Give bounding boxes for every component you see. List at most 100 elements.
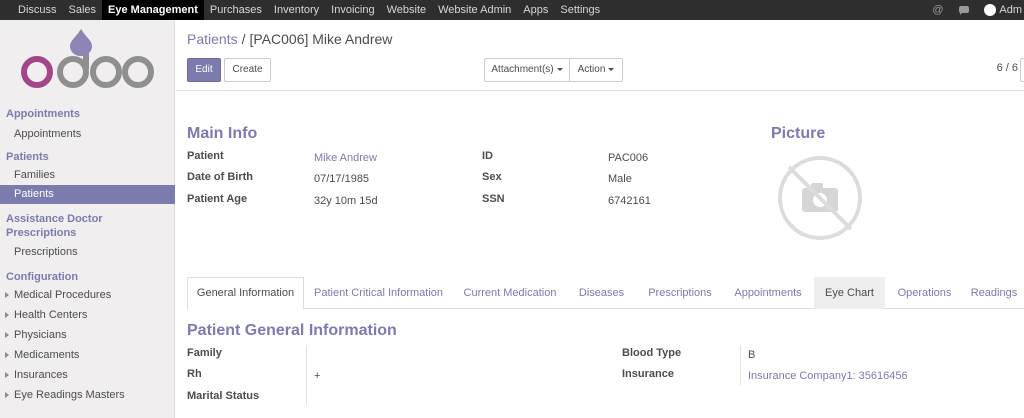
- odoo-logo[interactable]: [20, 25, 155, 105]
- sidebar-item-patients[interactable]: Patients: [0, 185, 175, 204]
- caret-right-icon: [5, 392, 9, 398]
- breadcrumb-current: [PAC006] Mike Andrew: [249, 31, 393, 47]
- sidebar-item-eye-readings-masters[interactable]: Eye Readings Masters: [0, 385, 175, 405]
- sidebar-item-medical-procedures[interactable]: Medical Procedures: [0, 285, 175, 305]
- section-patients: Patients Families Patients: [0, 150, 175, 204]
- patient-label: Patient: [187, 150, 224, 162]
- menu-inventory[interactable]: Inventory: [268, 0, 325, 20]
- sidebar-item-label: Insurances: [14, 369, 68, 381]
- user-avatar[interactable]: [984, 4, 997, 16]
- create-button[interactable]: Create: [224, 58, 271, 82]
- age-value: 32y 10m 15d: [314, 195, 378, 207]
- breadcrumb: Patients / [PAC006] Mike Andrew: [187, 31, 392, 47]
- section-appointments: Appointments Appointments: [0, 107, 175, 144]
- tab-readings[interactable]: Readings: [964, 277, 1024, 309]
- menu-website-admin[interactable]: Website Admin: [432, 0, 517, 20]
- pager-value[interactable]: 6 / 6: [997, 62, 1018, 74]
- sidebar-item-physicians[interactable]: Physicians: [0, 325, 175, 345]
- sidebar: Appointments Appointments Patients Famil…: [0, 20, 175, 418]
- slash-icon: [787, 165, 853, 231]
- breadcrumb-separator: /: [241, 31, 246, 47]
- caret-down-icon: [556, 67, 563, 71]
- menu-purchases[interactable]: Purchases: [204, 0, 268, 20]
- field-separator: [306, 345, 307, 405]
- systray: @ Adm: [932, 0, 1024, 20]
- no-photo-icon[interactable]: [778, 156, 862, 240]
- section-configuration: Configuration Medical Procedures Health …: [0, 270, 175, 405]
- sidebar-item-appointments[interactable]: Appointments: [0, 124, 175, 144]
- menu-sales[interactable]: Sales: [63, 0, 103, 20]
- caret-down-icon: [608, 67, 615, 71]
- sidebar-item-label: Medical Procedures: [14, 289, 112, 301]
- top-navbar: Discuss Sales Eye Management Purchases I…: [0, 0, 1024, 20]
- sex-value: Male: [608, 173, 632, 185]
- menu-discuss[interactable]: Discuss: [12, 0, 63, 20]
- attachments-dropdown[interactable]: Attachment(s): [484, 58, 570, 82]
- picture-title: Picture: [771, 125, 826, 142]
- tab-diseases[interactable]: Diseases: [570, 277, 633, 309]
- attachments-label: Attachment(s): [491, 64, 554, 75]
- tab-patient-critical-information[interactable]: Patient Critical Information: [307, 277, 450, 309]
- control-panel: Patients / [PAC006] Mike Andrew Edit Creat…: [176, 20, 1024, 91]
- tab-prescriptions[interactable]: Prescriptions: [639, 277, 721, 309]
- sidebar-heading-patients[interactable]: Patients: [0, 150, 175, 164]
- notebook-tabs: General Information Patient Critical Inf…: [187, 277, 1024, 310]
- chat-icon[interactable]: [958, 4, 970, 16]
- sidebar-heading-assistance-2[interactable]: Prescriptions: [0, 226, 175, 240]
- sidebar-item-medicaments[interactable]: Medicaments: [0, 345, 175, 365]
- breadcrumb-patients-link[interactable]: Patients: [187, 31, 238, 47]
- tab-general-information[interactable]: General Information: [187, 277, 304, 310]
- sidebar-item-label: Medicaments: [14, 349, 80, 361]
- patient-value[interactable]: Mike Andrew: [314, 152, 377, 164]
- sidebar-heading-assistance-1[interactable]: Assistance Doctor: [0, 212, 175, 226]
- sidebar-item-families[interactable]: Families: [0, 165, 175, 185]
- menu-apps[interactable]: Apps: [517, 0, 554, 20]
- blood-type-label: Blood Type: [622, 347, 682, 359]
- edit-button[interactable]: Edit: [187, 58, 221, 82]
- sex-label: Sex: [482, 171, 502, 183]
- user-menu[interactable]: Adm: [999, 4, 1022, 16]
- insurance-value[interactable]: Insurance Company1: 35616456: [748, 370, 908, 382]
- tab-eye-chart[interactable]: Eye Chart: [814, 277, 885, 309]
- ssn-label: SSN: [482, 193, 505, 205]
- blood-type-value: B: [748, 349, 756, 361]
- sidebar-item-label: Physicians: [14, 329, 67, 341]
- rh-value: +: [314, 370, 321, 382]
- tab-appointments[interactable]: Appointments: [727, 277, 809, 309]
- caret-right-icon: [5, 332, 9, 338]
- caret-right-icon: [5, 312, 9, 318]
- marital-status-label: Marital Status: [187, 390, 260, 402]
- menu-eye-management[interactable]: Eye Management: [102, 0, 204, 20]
- id-value: PAC006: [608, 152, 649, 164]
- caret-right-icon: [5, 352, 9, 358]
- dob-label: Date of Birth: [187, 171, 253, 183]
- main-info-title: Main Info: [187, 125, 258, 142]
- pager-previous-button[interactable]: [1020, 58, 1024, 82]
- age-label: Patient Age: [187, 193, 248, 205]
- rh-label: Rh: [187, 368, 202, 380]
- caret-right-icon: [5, 372, 9, 378]
- tab-current-medication[interactable]: Current Medication: [456, 277, 564, 309]
- action-label: Action: [577, 64, 606, 75]
- sidebar-heading-configuration[interactable]: Configuration: [0, 270, 175, 284]
- sidebar-item-prescriptions[interactable]: Prescriptions: [0, 242, 175, 262]
- sidebar-heading-appointments[interactable]: Appointments: [0, 107, 175, 121]
- action-dropdown[interactable]: Action: [569, 58, 623, 82]
- menu-website[interactable]: Website: [381, 0, 433, 20]
- field-separator: [740, 345, 741, 385]
- menu-invoicing[interactable]: Invoicing: [325, 0, 380, 20]
- tab-operations[interactable]: Operations: [891, 277, 958, 309]
- caret-right-icon: [5, 292, 9, 298]
- insurance-label: Insurance: [622, 368, 674, 380]
- sidebar-item-insurances[interactable]: Insurances: [0, 365, 175, 385]
- general-info-title: Patient General Information: [187, 322, 397, 339]
- at-icon[interactable]: @: [932, 4, 944, 16]
- menu-settings[interactable]: Settings: [554, 0, 606, 20]
- app-menu: Discuss Sales Eye Management Purchases I…: [0, 0, 606, 20]
- ssn-value: 6742161: [608, 195, 651, 207]
- sidebar-item-label: Eye Readings Masters: [14, 389, 125, 401]
- dob-value: 07/17/1985: [314, 173, 370, 185]
- sidebar-item-health-centers[interactable]: Health Centers: [0, 305, 175, 325]
- family-label: Family: [187, 347, 222, 359]
- id-label: ID: [482, 150, 493, 162]
